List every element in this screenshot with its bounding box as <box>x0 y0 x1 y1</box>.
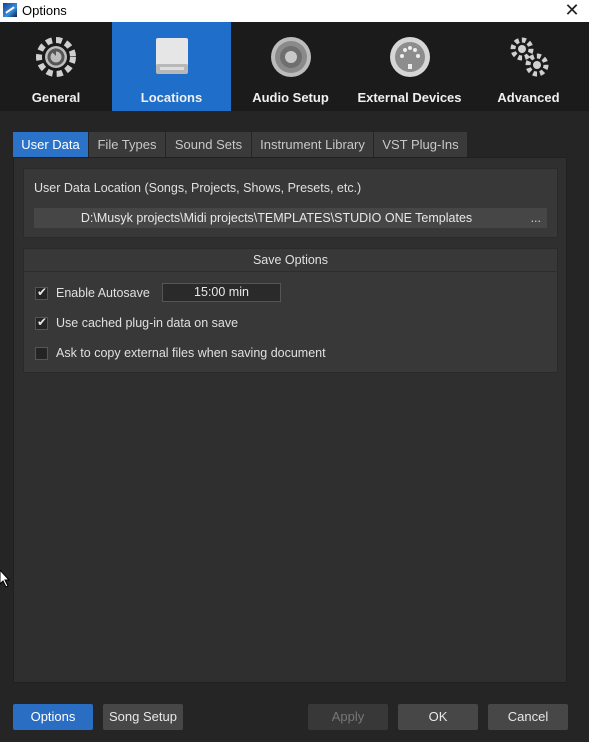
drive-icon <box>155 38 188 74</box>
autosave-interval-field[interactable]: 15:00 min <box>162 283 281 302</box>
category-general[interactable]: General <box>0 22 112 111</box>
cached-plugin-checkbox[interactable]: ✔ <box>35 315 48 330</box>
category-audio-setup[interactable]: Audio Setup <box>231 22 350 111</box>
category-label: Advanced <box>497 90 560 105</box>
copy-external-checkbox[interactable] <box>35 347 48 360</box>
category-advanced[interactable]: Advanced <box>469 22 588 111</box>
apply-button[interactable]: Apply <box>308 704 388 730</box>
save-options-title: Save Options <box>23 248 558 272</box>
category-label: External Devices <box>357 90 462 105</box>
category-label: General <box>31 90 81 105</box>
ok-button[interactable]: OK <box>398 704 478 730</box>
tab-vst-plugins[interactable]: VST Plug-Ins <box>374 132 467 157</box>
category-external-devices[interactable]: External Devices <box>350 22 469 111</box>
category-label: Locations <box>140 90 203 105</box>
user-data-path-field[interactable]: D:\Musyk projects\Midi projects\TEMPLATE… <box>34 208 547 228</box>
checkmark-icon: ✔ <box>37 315 48 329</box>
category-label: Audio Setup <box>252 90 329 105</box>
speaker-icon <box>270 37 311 77</box>
mouse-cursor-icon <box>0 570 10 588</box>
category-locations[interactable]: Locations <box>112 22 231 111</box>
window-title: Options <box>22 3 67 18</box>
enable-autosave-checkbox[interactable]: ✔ <box>35 285 48 300</box>
app-icon <box>3 3 17 17</box>
checkmark-icon: ✔ <box>37 285 48 299</box>
tab-user-data[interactable]: User Data <box>13 132 88 157</box>
browse-button[interactable]: ... <box>531 208 541 228</box>
copy-external-label: Ask to copy external files when saving d… <box>56 346 326 360</box>
tab-instrument-library[interactable]: Instrument Library <box>252 132 373 157</box>
gear-refresh-icon <box>36 37 76 77</box>
midi-din-icon <box>389 37 430 77</box>
song-setup-button[interactable]: Song Setup <box>103 704 183 730</box>
options-button[interactable]: Options <box>13 704 93 730</box>
cached-plugin-label: Use cached plug-in data on save <box>56 316 239 330</box>
user-data-path: D:\Musyk projects\Midi projects\TEMPLATE… <box>80 211 473 225</box>
category-bar: General Locations Audio Setup External D… <box>0 22 589 111</box>
enable-autosave-label: Enable Autosave <box>56 286 150 300</box>
tab-sound-sets[interactable]: Sound Sets <box>166 132 251 157</box>
user-data-location-label: User Data Location (Songs, Projects, Sho… <box>34 181 362 195</box>
title-bar: Options ✕ <box>0 0 589 22</box>
gears-icon <box>510 37 548 77</box>
close-icon[interactable]: ✕ <box>561 0 583 22</box>
cancel-button[interactable]: Cancel <box>488 704 568 730</box>
tab-file-types[interactable]: File Types <box>89 132 165 157</box>
